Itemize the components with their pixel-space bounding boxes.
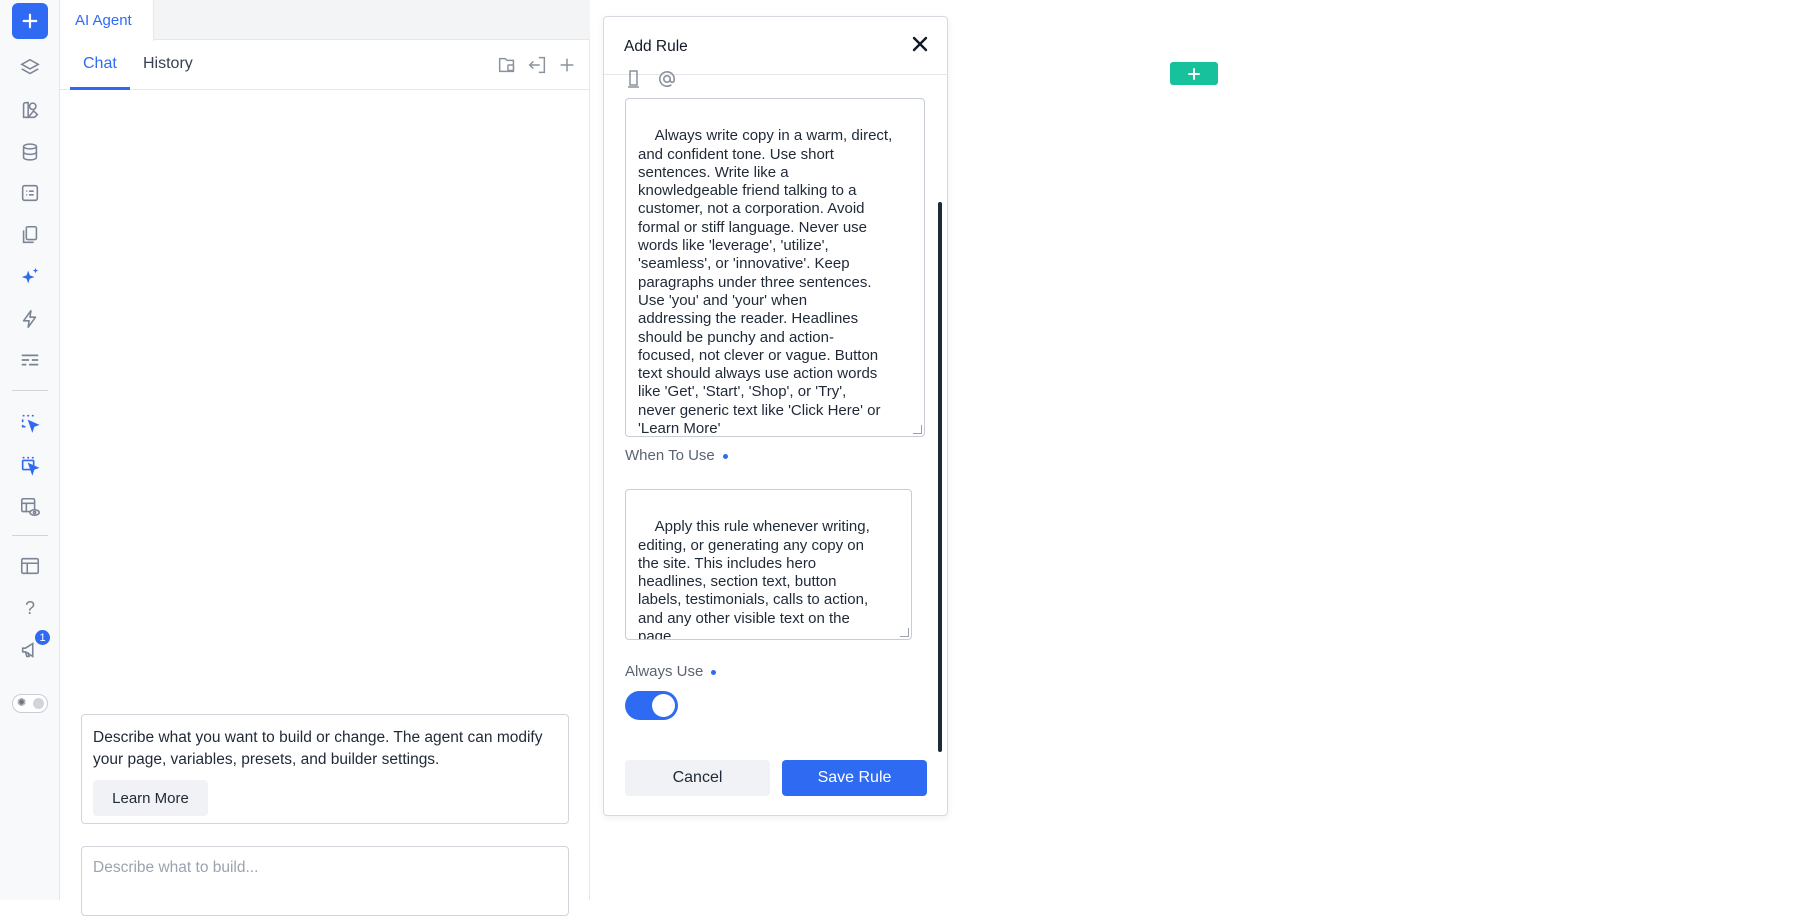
panel-tab-bar: AI Agent (60, 0, 590, 41)
tab-ai-agent[interactable]: AI Agent (60, 0, 154, 41)
active-tab-indicator (70, 87, 130, 90)
sun-icon: ✺ (17, 697, 27, 709)
layers-icon[interactable] (12, 50, 48, 86)
learn-more-button[interactable]: Learn More (93, 780, 208, 816)
components-icon[interactable] (12, 92, 48, 128)
templates-icon[interactable] (12, 548, 48, 584)
required-dot (722, 453, 728, 459)
ai-sparkle-icon[interactable] (12, 259, 48, 295)
settings-lines-icon[interactable] (12, 342, 48, 378)
when-to-use-textarea[interactable]: Apply this rule whenever writing, editin… (625, 489, 912, 640)
pages-icon[interactable] (12, 217, 48, 253)
toggle-knob (652, 694, 675, 717)
preview-icon[interactable] (12, 489, 48, 525)
select-pointer-alt-icon[interactable] (12, 447, 48, 483)
mention-icon[interactable] (657, 69, 677, 89)
exit-icon[interactable] (526, 54, 548, 76)
rule-content-textarea[interactable]: Always write copy in a warm, direct, and… (625, 98, 925, 437)
modal-title: Add Rule (624, 38, 688, 55)
agent-info-card: Describe what you want to build or chang… (81, 714, 569, 824)
new-folder-icon[interactable] (496, 54, 518, 76)
modal-scrollbar[interactable] (938, 202, 942, 752)
rule-content-text: Always write copy in a warm, direct, and… (638, 127, 893, 437)
form-icon[interactable] (12, 175, 48, 211)
always-use-label-text: Always Use (625, 663, 704, 680)
new-chat-plus-icon[interactable] (556, 54, 578, 76)
help-icon[interactable]: ? (12, 590, 48, 626)
modal-header: Add Rule (604, 17, 947, 75)
when-to-use-label: When To Use (625, 447, 728, 464)
theme-toggle[interactable]: ✺ (12, 694, 48, 713)
cancel-button[interactable]: Cancel (625, 760, 770, 796)
plus-icon (1188, 67, 1200, 80)
save-rule-button[interactable]: Save Rule (782, 760, 927, 796)
agent-subtabs: Chat History (60, 40, 590, 90)
select-pointer-icon[interactable] (12, 405, 48, 441)
resize-handle[interactable] (900, 628, 909, 637)
theme-toggle-knob (33, 698, 44, 709)
notification-badge: 1 (33, 628, 52, 647)
resize-handle[interactable] (913, 425, 922, 434)
lightning-icon[interactable] (12, 301, 48, 337)
agent-info-text: Describe what you want to build or chang… (93, 729, 543, 768)
tab-chat[interactable]: Chat (83, 55, 117, 73)
content-toolbar (625, 69, 677, 89)
document-icon[interactable] (625, 69, 645, 89)
canvas-add-section-button[interactable] (1170, 62, 1218, 85)
add-rule-modal: Add Rule Always write copy in a warm, di… (603, 16, 948, 816)
when-to-use-label-text: When To Use (625, 447, 715, 464)
icon-rail: ? 1 ✺ (0, 0, 60, 900)
tab-history[interactable]: History (143, 55, 193, 73)
prompt-placeholder: Describe what to build... (93, 859, 259, 876)
required-dot (711, 669, 717, 675)
add-icon[interactable] (12, 3, 48, 39)
close-icon[interactable] (908, 32, 932, 56)
database-icon[interactable] (12, 134, 48, 170)
always-use-label: Always Use (625, 663, 717, 680)
prompt-input[interactable]: Describe what to build... (81, 846, 569, 916)
always-use-toggle[interactable] (625, 691, 678, 720)
when-to-use-text: Apply this rule whenever writing, editin… (638, 518, 870, 640)
